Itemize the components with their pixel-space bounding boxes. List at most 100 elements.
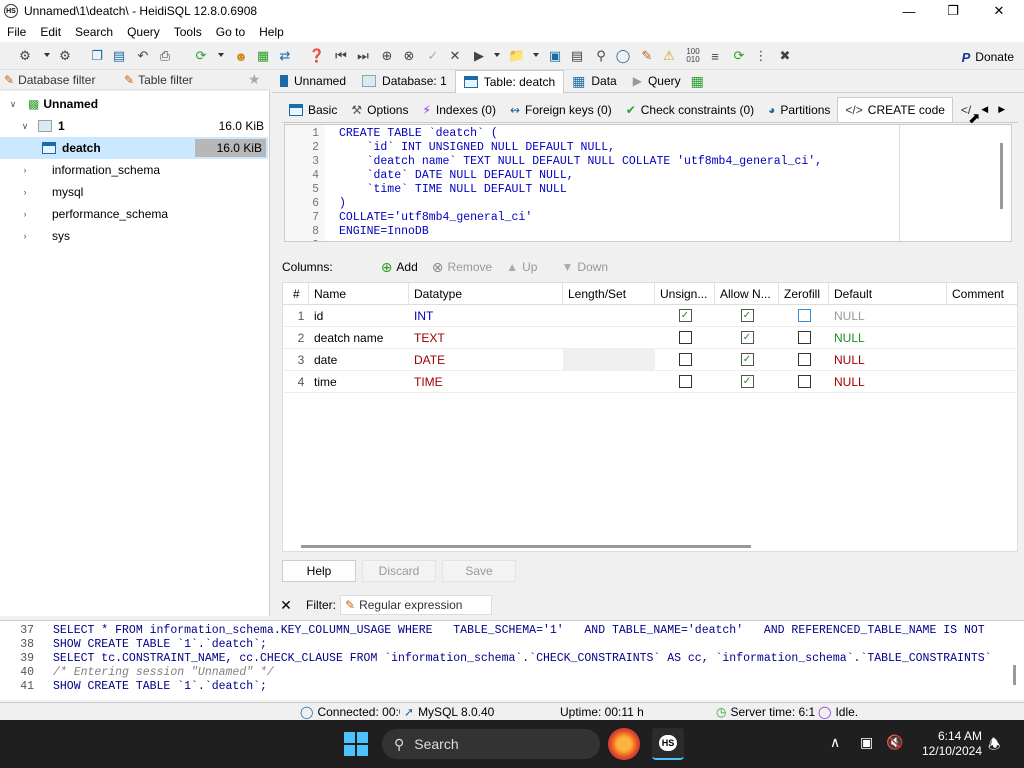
donate-button[interactable]: P Donate [956,46,1020,68]
remove-column-button[interactable]: ⊗ Remove [432,259,492,276]
column-header[interactable]: Name [309,283,409,305]
datatype-cell[interactable]: TEXT [409,327,563,349]
tab-foreign-keys[interactable]: ↭ Foreign keys (0) [503,97,619,122]
datatype-cell[interactable]: INT [409,305,563,327]
tree-node-table-deatch[interactable]: deatch 16.0 KiB [0,137,268,159]
tab-query[interactable]: ▶ Query [625,70,689,93]
length-cell[interactable] [563,349,655,371]
chevron-right-icon[interactable]: › [20,165,30,175]
column-header[interactable]: Datatype [409,283,563,305]
open-icon[interactable]: 📁 [508,47,526,65]
save-button[interactable]: Save [442,560,516,582]
save-file-icon[interactable]: ▣ [546,47,564,65]
sync-icon[interactable]: ⟳ [730,47,748,65]
unsigned-checkbox-cell[interactable] [655,327,715,349]
maximize-icon[interactable]: ❐ [930,0,976,22]
checkbox-checked-icon[interactable]: ✓ [740,375,754,388]
allow-null-checkbox-cell[interactable]: ✓ [715,305,779,327]
tree-node-sys[interactable]: › sys [0,225,268,247]
firefox-icon[interactable] [608,728,640,760]
last-icon[interactable]: ⏭ [354,47,372,65]
editor-scrollbar[interactable] [1000,143,1003,209]
chevron-up-icon[interactable]: ∧ [830,734,840,751]
tree-node-mysql[interactable]: › mysql [0,181,268,203]
tab-partitions[interactable]: ◕ Partitions [761,97,837,122]
checkbox-empty-icon[interactable] [797,331,811,344]
zerofill-checkbox-cell[interactable] [779,305,829,327]
add-icon[interactable]: ⊕ [378,47,396,65]
help-button[interactable]: Help [282,560,356,582]
first-icon[interactable]: ⏮ [332,47,350,65]
user-manager-icon[interactable]: ☻ [232,47,250,65]
table-filter[interactable]: ✎ Table filter [120,70,244,90]
notification-bell-icon[interactable]: 🕭 [988,734,1001,758]
discard-button[interactable]: Discard [362,560,436,582]
chevron-down-icon[interactable]: ∨ [20,121,30,132]
find-icon[interactable]: ⚲ [592,47,610,65]
warning-icon[interactable]: ⚠ [660,47,678,65]
comment-cell[interactable] [947,349,1017,371]
tab-data[interactable]: ▦ Data [564,70,625,93]
length-cell[interactable] [563,305,655,327]
connect-icon[interactable]: ⚙ [16,47,34,65]
tab-database[interactable]: Database: 1 [354,70,455,93]
tab-basic[interactable]: Basic [282,97,344,122]
unsigned-checkbox-cell[interactable] [655,371,715,393]
refresh-icon[interactable]: ⟳ [192,47,210,65]
clear-icon[interactable]: ✎ [638,47,656,65]
binary-icon[interactable]: 100 010 [684,47,702,65]
create-code-editor[interactable]: 1 CREATE TABLE `deatch` ( 2 `id` INT UNSI… [284,124,1012,242]
menu-file[interactable]: File [0,25,33,39]
allow-null-checkbox-cell[interactable]: ✓ [715,349,779,371]
chevron-down-icon[interactable]: ∨ [8,99,18,110]
move-down-button[interactable]: ▼ Down [561,260,608,274]
chevron-right-icon[interactable]: › [20,209,30,219]
transfer-icon[interactable]: ⇄ [276,47,294,65]
log-scrollbar[interactable] [1013,665,1016,685]
menu-edit[interactable]: Edit [33,25,68,39]
minimize-icon[interactable]: — [886,0,932,22]
column-header[interactable]: Comment [947,283,1017,305]
tab-scroll-left-icon[interactable]: ◀ [981,104,988,115]
checkbox-empty-icon[interactable] [678,331,692,344]
checkbox-checked-icon[interactable]: ✓ [740,353,754,366]
network-icon[interactable]: ▣ [860,734,873,751]
undo-icon[interactable]: ↶ [134,47,152,65]
checkbox-empty-icon[interactable] [797,353,811,366]
open-dropdown-icon[interactable] [533,53,539,57]
zerofill-checkbox-cell[interactable] [779,371,829,393]
taskbar-search[interactable]: ⚲ Search [382,729,600,759]
post-icon[interactable]: ✓ [424,47,442,65]
refresh-dropdown-icon[interactable] [218,53,224,57]
chevron-right-icon[interactable]: › [20,187,30,197]
comment-cell[interactable] [947,305,1017,327]
import-icon[interactable]: ▦ [254,47,272,65]
default-cell[interactable]: NULL [829,327,947,349]
grid-horizontal-scrollbar[interactable] [301,545,751,548]
close-filter-icon[interactable]: ✕ [276,597,296,614]
tree-node-session[interactable]: ∨ ▩ Unnamed [0,93,268,115]
connect-dropdown-icon[interactable] [44,53,50,57]
default-cell[interactable]: NULL [829,371,947,393]
length-cell[interactable] [563,371,655,393]
column-name-cell[interactable]: date [309,349,409,371]
zerofill-checkbox-cell[interactable] [779,349,829,371]
move-up-button[interactable]: ▲ Up [506,260,537,274]
print-icon[interactable]: ⎙ [156,47,174,65]
checkbox-checked-icon[interactable]: ✓ [740,309,754,322]
tree-node-information-schema[interactable]: › information_schema [0,159,268,181]
cancel-icon[interactable]: ✕ [446,47,464,65]
menu-goto[interactable]: Go to [209,25,252,39]
wrap-icon[interactable]: ≡ [706,47,724,65]
column-header[interactable]: Allow N... [715,283,779,305]
delete-icon[interactable]: ⊗ [400,47,418,65]
taskbar-clock[interactable]: 6:14 AM 12/10/2024 [922,729,982,759]
tab-options[interactable]: ⚒ Options [344,97,415,122]
disconnect-icon[interactable]: ⚙ [56,47,74,65]
menu-query[interactable]: Query [120,25,167,39]
column-header[interactable]: # [283,283,309,305]
menu-search[interactable]: Search [68,25,120,39]
zerofill-checkbox-cell[interactable] [779,327,829,349]
run-dropdown-icon[interactable] [494,53,500,57]
column-name-cell[interactable]: time [309,371,409,393]
